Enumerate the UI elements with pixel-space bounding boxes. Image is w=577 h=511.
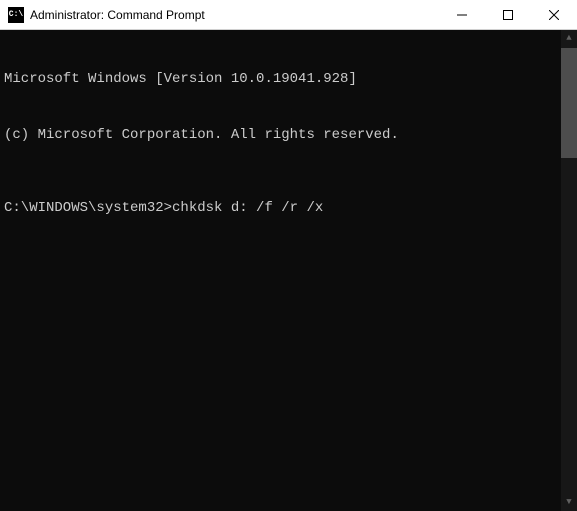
- close-button[interactable]: [531, 0, 577, 29]
- titlebar: C:\ Administrator: Command Prompt: [0, 0, 577, 30]
- scroll-down-arrow-icon[interactable]: ▼: [561, 494, 577, 511]
- minimize-icon: [457, 10, 467, 20]
- maximize-button[interactable]: [485, 0, 531, 29]
- scroll-up-arrow-icon[interactable]: ▲: [561, 30, 577, 47]
- minimize-button[interactable]: [439, 0, 485, 29]
- scroll-thumb[interactable]: [561, 48, 577, 158]
- console-command-input[interactable]: chkdsk d: /f /r /x: [172, 200, 323, 216]
- console-area[interactable]: Microsoft Windows [Version 10.0.19041.92…: [0, 30, 577, 511]
- window-title: Administrator: Command Prompt: [30, 8, 439, 22]
- console-output-line: (c) Microsoft Corporation. All rights re…: [4, 126, 573, 145]
- console-prompt-line: C:\WINDOWS\system32>chkdsk d: /f /r /x: [4, 199, 573, 218]
- maximize-icon: [503, 10, 513, 20]
- cmd-icon: C:\: [8, 7, 24, 23]
- vertical-scrollbar[interactable]: ▲ ▼: [561, 30, 577, 511]
- console-output-line: Microsoft Windows [Version 10.0.19041.92…: [4, 70, 573, 89]
- console-prompt: C:\WINDOWS\system32>: [4, 200, 172, 216]
- close-icon: [549, 10, 559, 20]
- window-controls: [439, 0, 577, 29]
